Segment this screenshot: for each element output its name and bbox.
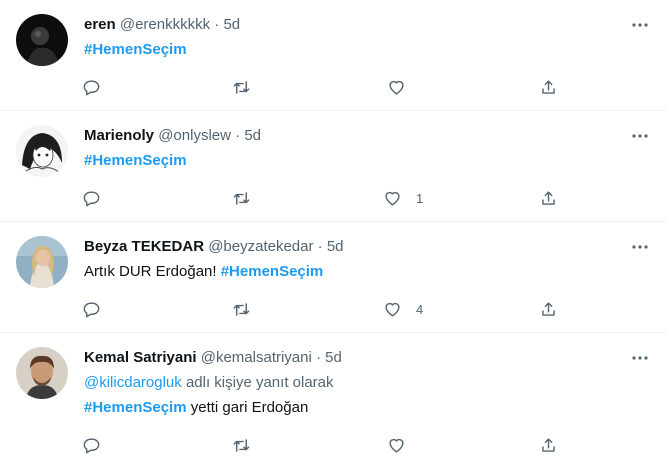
tweet-body-text: Artık DUR Erdoğan! bbox=[84, 263, 217, 280]
tweet[interactable]: eren @erenkkkkkk · 5d #HemenSeçim bbox=[0, 0, 667, 111]
reply-icon bbox=[82, 189, 101, 208]
hashtag-link[interactable]: #HemenSeçim bbox=[84, 41, 187, 58]
heart-icon bbox=[387, 78, 406, 97]
share-icon bbox=[539, 300, 558, 319]
user-handle[interactable]: @onlyslew bbox=[158, 127, 231, 144]
display-name[interactable]: Kemal Satriyani bbox=[84, 349, 197, 366]
display-name[interactable]: Beyza TEKEDAR bbox=[84, 238, 204, 255]
hashtag-link[interactable]: #HemenSeçim bbox=[84, 399, 187, 416]
tweet-text: #HemenSeçim bbox=[84, 149, 187, 173]
more-icon[interactable] bbox=[631, 16, 649, 34]
avatar[interactable] bbox=[16, 125, 68, 177]
tweet-time[interactable]: 5d bbox=[327, 238, 344, 255]
tweet-time[interactable]: 5d bbox=[223, 16, 240, 33]
avatar[interactable] bbox=[16, 236, 68, 288]
tweet-header: Kemal Satriyani @kemalsatriyani · 5d bbox=[84, 349, 342, 367]
separator-dot: · bbox=[235, 127, 241, 144]
display-name[interactable]: eren bbox=[84, 16, 116, 33]
like-button[interactable] bbox=[387, 434, 420, 456]
retweet-button[interactable] bbox=[232, 298, 251, 320]
separator-dot: · bbox=[214, 16, 220, 33]
like-button[interactable]: 1 bbox=[383, 187, 423, 209]
tweet-text: #HemenSeçim yetti gari Erdoğan bbox=[84, 396, 308, 420]
tweet-actions: 1 bbox=[82, 187, 562, 209]
avatar[interactable] bbox=[16, 14, 68, 66]
separator-dot: · bbox=[316, 349, 321, 366]
tweet-header: Marienoly @onlyslew · 5d bbox=[84, 127, 261, 145]
user-handle[interactable]: @erenkkkkkk bbox=[120, 16, 210, 33]
tweet-time[interactable]: 5d bbox=[325, 349, 342, 366]
reply-button[interactable] bbox=[82, 434, 101, 456]
tweet-time[interactable]: 5d bbox=[244, 127, 261, 144]
retweet-icon bbox=[232, 300, 251, 319]
share-button[interactable] bbox=[539, 187, 558, 209]
hashtag-link[interactable]: #HemenSeçim bbox=[221, 263, 324, 280]
tweet[interactable]: Marienoly @onlyslew · 5d #HemenSeçim 1 bbox=[0, 111, 667, 222]
retweet-icon bbox=[232, 189, 251, 208]
tweet[interactable]: Beyza TEKEDAR @beyzatekedar · 5d Artık D… bbox=[0, 222, 667, 333]
reply-icon bbox=[82, 300, 101, 319]
tweet-header: eren @erenkkkkkk · 5d bbox=[84, 16, 240, 34]
retweet-button[interactable] bbox=[232, 76, 251, 98]
tweet-body-text: yetti gari Erdoğan bbox=[190, 399, 309, 416]
tweet-text: #HemenSeçim bbox=[84, 38, 187, 62]
display-name[interactable]: Marienoly bbox=[84, 127, 154, 144]
like-count: 4 bbox=[416, 301, 424, 317]
share-button[interactable] bbox=[539, 434, 558, 456]
reply-context: @kilicdarogluk adlı kişiye yanıt olarak bbox=[84, 371, 334, 395]
reply-button[interactable] bbox=[82, 298, 101, 320]
more-icon[interactable] bbox=[631, 349, 649, 367]
reply-context-text: adlı kişiye yanıt olarak bbox=[185, 374, 334, 391]
user-handle[interactable]: @beyzatekedar bbox=[208, 238, 313, 255]
mention-link[interactable]: @kilicdarogluk bbox=[84, 374, 182, 391]
heart-icon bbox=[387, 436, 406, 455]
user-handle[interactable]: @kemalsatriyani bbox=[201, 349, 312, 366]
share-icon bbox=[539, 78, 558, 97]
share-icon bbox=[539, 436, 558, 455]
more-icon[interactable] bbox=[631, 238, 649, 256]
tweet-actions: 4 bbox=[82, 298, 562, 320]
retweet-icon bbox=[232, 78, 251, 97]
reply-icon bbox=[82, 78, 101, 97]
share-button[interactable] bbox=[539, 298, 558, 320]
like-button[interactable] bbox=[387, 76, 420, 98]
tweet-header: Beyza TEKEDAR @beyzatekedar · 5d bbox=[84, 238, 344, 256]
heart-icon bbox=[383, 189, 402, 208]
like-count: 1 bbox=[416, 190, 424, 206]
separator-dot: · bbox=[317, 238, 323, 255]
tweet-actions bbox=[82, 434, 562, 456]
heart-icon bbox=[383, 300, 402, 319]
more-icon[interactable] bbox=[631, 127, 649, 145]
tweet[interactable]: Kemal Satriyani @kemalsatriyani · 5d @ki… bbox=[0, 333, 667, 467]
reply-button[interactable] bbox=[82, 76, 101, 98]
retweet-button[interactable] bbox=[232, 187, 251, 209]
hashtag-link[interactable]: #HemenSeçim bbox=[84, 152, 187, 169]
reply-button[interactable] bbox=[82, 187, 101, 209]
tweet-text: Artık DUR Erdoğan! #HemenSeçim bbox=[84, 260, 323, 284]
reply-icon bbox=[82, 436, 101, 455]
retweet-button[interactable] bbox=[232, 434, 251, 456]
retweet-icon bbox=[232, 436, 251, 455]
share-icon bbox=[539, 189, 558, 208]
tweet-actions bbox=[82, 76, 562, 98]
avatar[interactable] bbox=[16, 347, 68, 399]
share-button[interactable] bbox=[539, 76, 558, 98]
like-button[interactable]: 4 bbox=[383, 298, 423, 320]
